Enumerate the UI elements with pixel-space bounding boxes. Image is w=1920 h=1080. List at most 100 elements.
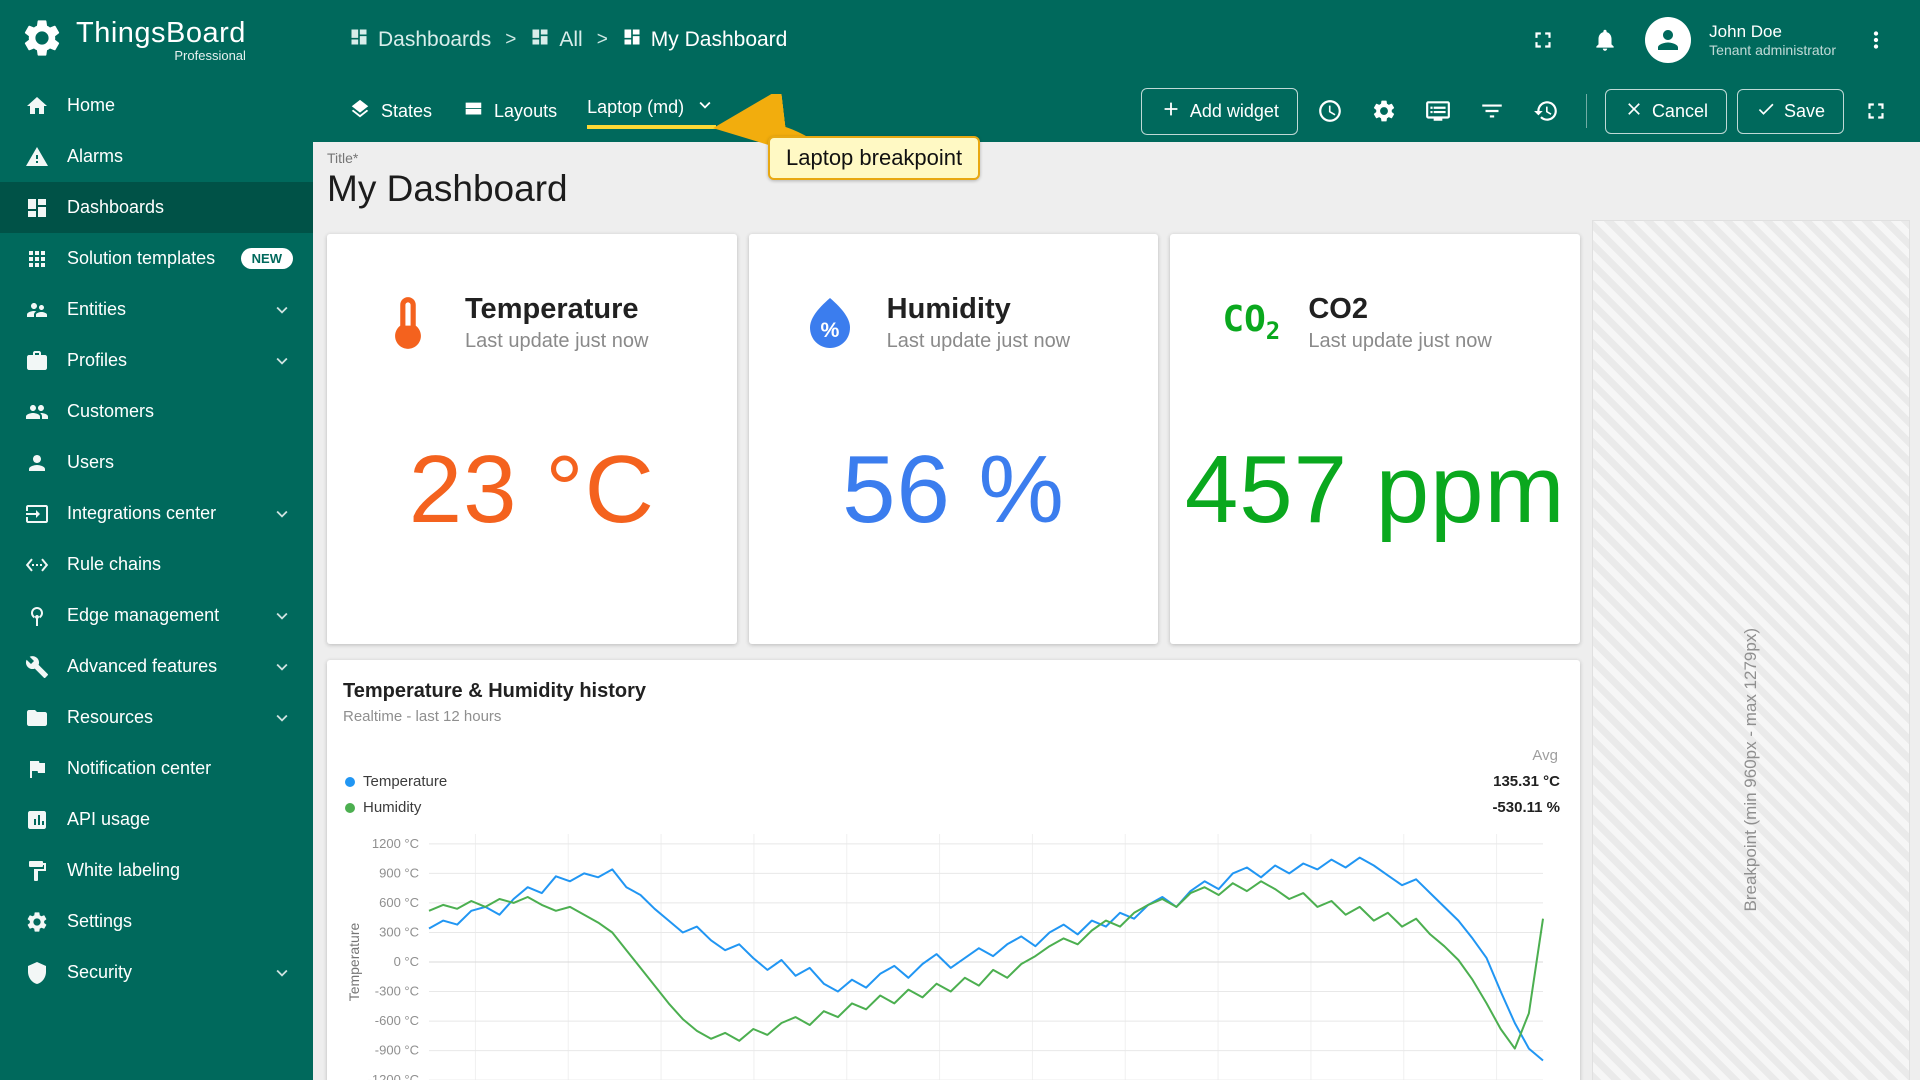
sidebar-item-alarms[interactable]: Alarms [0, 131, 313, 182]
sidebar-item-users[interactable]: Users [0, 437, 313, 488]
svg-text:900 °C: 900 °C [379, 865, 419, 880]
chart-legend: Avg Temperature 135.31 °C Humidity -530.… [343, 747, 1564, 816]
flag-icon [24, 756, 50, 782]
sidebar-item-label: Profiles [67, 350, 128, 370]
dashboards-icon [622, 27, 642, 53]
close-icon [1624, 99, 1644, 124]
legend-dot [345, 776, 355, 787]
sidebar-item-resources[interactable]: Resources [0, 692, 313, 743]
sidebar-item-dashboards[interactable]: Dashboards [0, 182, 313, 233]
legend-avg-value: -530.11 % [1492, 799, 1560, 816]
breadcrumb-item-my-dashboard[interactable]: My Dashboard [622, 27, 787, 53]
app-edition: Professional [174, 48, 246, 63]
dashboard-content: Title* My Dashboard Temperature Last upd… [313, 142, 1920, 1080]
sidebar-item-customers[interactable]: Customers [0, 386, 313, 437]
add-widget-button[interactable]: Add widget [1140, 87, 1298, 135]
sidebar-item-label: Integrations center [67, 503, 217, 523]
sidebar-item-label: Edge management [67, 605, 220, 625]
chevron-down-icon [271, 299, 293, 321]
breakpoint-select[interactable]: Laptop (md) [587, 94, 717, 129]
gear-icon [24, 909, 50, 935]
plus-icon [1160, 98, 1182, 125]
chevron-down-icon [271, 350, 293, 372]
version-history-icon[interactable] [1524, 89, 1568, 133]
breadcrumb-separator: > [505, 29, 517, 50]
avatar[interactable] [1645, 17, 1692, 63]
chevron-down-icon [271, 605, 293, 627]
sidebar-item-notification-center[interactable]: Notification center [0, 743, 313, 794]
svg-text:Temperature: Temperature [346, 922, 362, 1001]
chevron-down-icon [271, 503, 293, 525]
sidebar-item-edge-management[interactable]: Edge management [0, 590, 313, 641]
cancel-button[interactable]: Cancel [1604, 88, 1727, 134]
more-vert-icon[interactable] [1854, 18, 1898, 62]
breadcrumb-item-dashboards[interactable]: Dashboards [349, 27, 491, 53]
dashboard-title[interactable]: My Dashboard [327, 168, 1920, 210]
widget-title: Temperature [465, 293, 639, 325]
sidebar-item-advanced-features[interactable]: Advanced features [0, 641, 313, 692]
notifications-bell-icon[interactable] [1583, 18, 1627, 62]
dashboards-icon [530, 27, 550, 53]
sidebar-item-profiles[interactable]: Profiles [0, 335, 313, 386]
widget-title: CO2 [1308, 293, 1368, 325]
sidebar-item-api-usage[interactable]: API usage [0, 794, 313, 845]
timewindow-clock-icon[interactable] [1308, 89, 1352, 133]
sidebar-item-entities[interactable]: Entities [0, 284, 313, 335]
legend-row-humidity[interactable]: Humidity -530.11 % [345, 799, 1560, 816]
sidebar-item-settings[interactable]: Settings [0, 896, 313, 947]
sidebar-item-security[interactable]: Security [0, 947, 313, 998]
new-badge: NEW [240, 248, 293, 269]
build-icon [24, 654, 50, 680]
chart-box-icon [24, 807, 50, 833]
save-label: Save [1783, 100, 1825, 121]
breadcrumb-item-all[interactable]: All [530, 27, 583, 53]
home-icon [24, 93, 50, 119]
legend-agg-header: Avg [1532, 747, 1558, 764]
filters-icon[interactable] [1470, 89, 1514, 133]
folder-icon [24, 705, 50, 731]
edge-icon [24, 603, 50, 629]
sidebar-item-integrations-center[interactable]: Integrations center [0, 488, 313, 539]
chart-widget[interactable]: Temperature & Humidity history Realtime … [327, 660, 1580, 1080]
fullscreen-icon[interactable] [1521, 18, 1565, 62]
apps-icon [24, 246, 50, 272]
chart-title: Temperature & Humidity history [343, 680, 647, 702]
toolbar-fullscreen-icon[interactable] [1854, 89, 1898, 133]
layouts-button[interactable]: Layouts [462, 98, 557, 125]
states-label: States [381, 100, 433, 121]
svg-text:-1200 °C: -1200 °C [368, 1072, 419, 1080]
sidebar-item-home[interactable]: Home [0, 80, 313, 131]
sidebar-item-label: Dashboards [67, 197, 165, 217]
app-name: ThingsBoard [76, 17, 246, 49]
sidebar-item-label: Customers [67, 401, 155, 421]
states-button[interactable]: States [349, 98, 432, 125]
temperature-value: 23 °C [408, 436, 655, 543]
humidity-widget[interactable]: % Humidity Last update just now 56 % [748, 234, 1159, 644]
sidebar-item-label: Advanced features [67, 656, 218, 676]
title-field-label: Title* [327, 150, 359, 166]
breakpoint-range-label: Breakpoint (min 960px - max 1279px) [1741, 628, 1760, 912]
sidebar-item-rule-chains[interactable]: Rule chains [0, 539, 313, 590]
sidebar-item-white-labeling[interactable]: White labeling [0, 845, 313, 896]
chevron-down-icon [271, 962, 293, 984]
app-logo[interactable]: ThingsBoard Professional [0, 0, 313, 80]
co2-widget[interactable]: CO2 CO2 Last update just now 457 ppm [1170, 234, 1581, 644]
dashboard-settings-gear-icon[interactable] [1362, 89, 1406, 133]
sidebar-item-label: Rule chains [67, 554, 162, 574]
dashboards-icon [24, 195, 50, 221]
save-button[interactable]: Save [1736, 88, 1844, 134]
thingsboard-logo-icon [20, 16, 64, 65]
add-widget-label: Add widget [1189, 100, 1279, 121]
sidebar-item-label: Home [67, 95, 116, 115]
sidebar-item-label: White labeling [67, 860, 181, 880]
legend-row-temperature[interactable]: Temperature 135.31 °C [345, 773, 1560, 790]
chevron-down-icon [271, 707, 293, 729]
svg-text:1200 °C: 1200 °C [372, 836, 419, 851]
dashboard-toolbar: States Layouts Laptop (md) Add widget Ca… [313, 80, 1920, 142]
humidity-value: 56 % [842, 436, 1065, 543]
temperature-widget[interactable]: Temperature Last update just now 23 °C [327, 234, 737, 644]
sidebar-item-solution-templates[interactable]: Solution templates NEW [0, 233, 313, 284]
chart-subtitle: Realtime - last 12 hours [343, 708, 502, 725]
entity-aliases-display-icon[interactable] [1416, 89, 1460, 133]
user-role: Tenant administrator [1709, 41, 1836, 58]
